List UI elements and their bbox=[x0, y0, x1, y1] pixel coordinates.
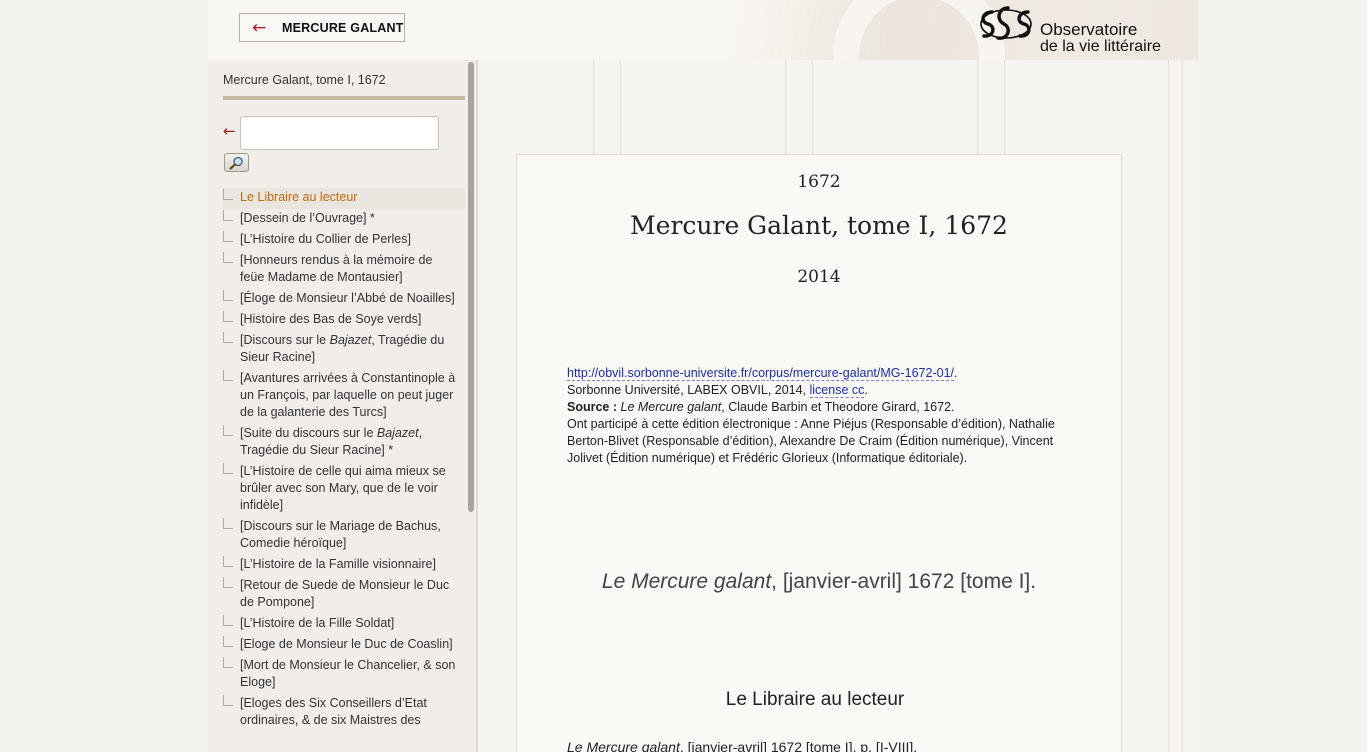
toc-item[interactable]: [Mort de Monsieur le Chancelier, & son E… bbox=[223, 656, 465, 694]
toc-item[interactable]: [Avantures arrivées à Constantinople à u… bbox=[223, 369, 465, 424]
search-back-arrow-icon[interactable]: ← bbox=[223, 122, 236, 140]
back-button-label: MERCURE GALANT bbox=[282, 20, 404, 35]
margin-line bbox=[1168, 60, 1169, 752]
toc-item[interactable]: [Honneurs rendus à la mémoire de feüe Ma… bbox=[223, 251, 465, 289]
document-title: Mercure Galant, tome I, 1672 bbox=[630, 211, 1008, 240]
toc-item[interactable]: [Suite du discours sur le Bajazet, Tragé… bbox=[223, 424, 465, 462]
toc-item[interactable]: [L’Histoire de la Famille visionnaire] bbox=[223, 555, 465, 576]
toc-item[interactable]: [Eloge de Monsieur le Duc de Coaslin] bbox=[223, 635, 465, 656]
toc-item[interactable]: [Eloges des Six Conseillers d’Etat ordin… bbox=[223, 694, 465, 732]
document-year: 1672 bbox=[797, 172, 841, 192]
back-to-corpus-button[interactable]: ← MERCURE GALANT bbox=[239, 13, 405, 42]
issue-citation: Le Mercure galant, [janvier-avril] 1672 … bbox=[601, 570, 1037, 593]
document-viewer: 1672 Mercure Galant, tome I, 1672 2014 h… bbox=[478, 60, 1198, 752]
toc-item[interactable]: [L’Histoire du Collier de Perles] bbox=[223, 230, 465, 251]
toc-item[interactable]: [Discours sur le Mariage de Bachus, Come… bbox=[223, 517, 465, 555]
site-logo[interactable]: Observatoire de la vie littéraire bbox=[978, 6, 1178, 58]
logo-subtitle: de la vie littéraire bbox=[1040, 38, 1161, 55]
toc-item[interactable]: [Discours sur le Bajazet, Tragédie du Si… bbox=[223, 331, 465, 369]
source-line: Source : Le Mercure galant, Claude Barbi… bbox=[567, 400, 955, 414]
toc-sidebar: Mercure Galant, tome I, 1672 ← Le Librai… bbox=[208, 60, 478, 752]
toc-item[interactable]: Le Libraire au lecteur bbox=[223, 188, 465, 209]
toc-item[interactable]: [L’Histoire de celle qui aima mieux se b… bbox=[223, 462, 465, 517]
magnifier-icon bbox=[229, 156, 243, 170]
section-heading: Le Libraire au lecteur bbox=[725, 689, 905, 710]
search-button[interactable] bbox=[224, 153, 249, 172]
toc-item[interactable]: [Histoire des Bas de Soye verds] bbox=[223, 310, 465, 331]
license-link[interactable]: license cc bbox=[809, 383, 865, 398]
publisher-line: Sorbonne Université, LABEX OBVIL, 2014, … bbox=[567, 383, 868, 398]
toc-item[interactable]: [Dessein de l’Ouvrage] * bbox=[223, 209, 465, 230]
sidebar-divider bbox=[223, 96, 465, 100]
publication-year: 2014 bbox=[797, 267, 841, 287]
permalink-line: http://obvil.sorbonne-universite.fr/corp… bbox=[567, 366, 958, 381]
toc-list: Le Libraire au lecteur [Dessein de l’Ouv… bbox=[223, 188, 465, 732]
background-column-lines bbox=[478, 60, 1198, 155]
logo-mark-icon bbox=[980, 6, 1032, 40]
section-citation: Le Mercure galant, [janvier-avril] 1672 … bbox=[567, 739, 918, 752]
edition-metadata: http://obvil.sorbonne-universite.fr/corp… bbox=[567, 365, 1057, 467]
permalink-link[interactable]: http://obvil.sorbonne-universite.fr/corp… bbox=[567, 366, 954, 381]
toc-item[interactable]: [L’Histoire de la Fille Soldat] bbox=[223, 614, 465, 635]
contributors-line: Ont participé à cette édition électroniq… bbox=[567, 417, 1055, 465]
logo-title: Observatoire bbox=[1040, 20, 1138, 39]
toc-item[interactable]: [Retour de Suede de Monsieur le Duc de P… bbox=[223, 576, 465, 614]
margin-line bbox=[1182, 60, 1183, 752]
toc-item[interactable]: [Éloge de Monsieur l’Abbé de Noailles] bbox=[223, 289, 465, 310]
search-input[interactable] bbox=[240, 116, 439, 150]
sidebar-title[interactable]: Mercure Galant, tome I, 1672 bbox=[223, 73, 386, 87]
back-arrow-icon: ← bbox=[252, 17, 267, 38]
sidebar-scrollbar[interactable] bbox=[468, 62, 474, 512]
document-page: 1672 Mercure Galant, tome I, 1672 2014 h… bbox=[516, 154, 1122, 752]
